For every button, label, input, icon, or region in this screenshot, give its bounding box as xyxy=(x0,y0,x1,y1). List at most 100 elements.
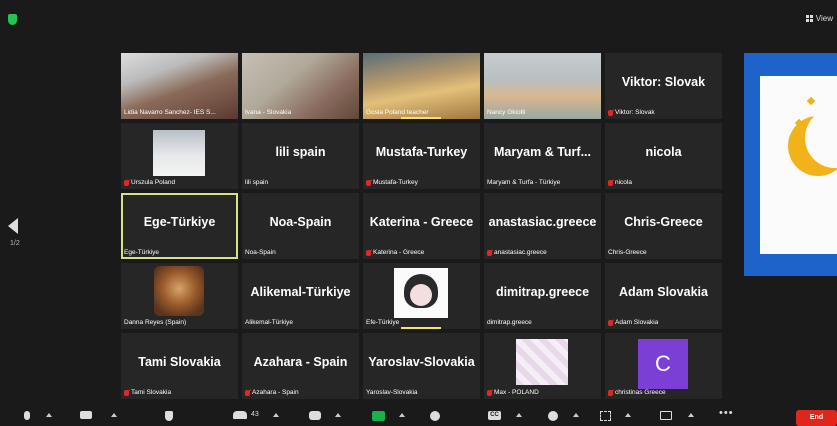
video-gallery: Lidia Navarro Sanchez- IES S... Ivana - S… xyxy=(121,53,722,400)
previous-page-arrow-icon[interactable] xyxy=(8,218,18,234)
participant-photo xyxy=(153,130,205,176)
participant-tile[interactable]: Adam Slovakia Adam Slovakia xyxy=(605,263,722,329)
view-button[interactable]: View xyxy=(805,14,833,23)
participant-name-label: Mustafa-Turkey xyxy=(366,179,418,186)
speaking-indicator xyxy=(401,117,441,119)
grid-icon xyxy=(805,15,813,22)
reactions-caret-icon[interactable] xyxy=(573,413,579,417)
page-indicator: 1/2 xyxy=(10,240,20,247)
meeting-toolbar: 43 CC ••• End xyxy=(0,406,837,426)
participant-tile[interactable]: Gosia Poland teacher xyxy=(363,53,480,119)
participant-name: Danna Reyes (Spain) xyxy=(124,319,187,326)
participant-name-label: Tami Slovakia xyxy=(124,389,171,396)
apps-icon[interactable] xyxy=(600,411,611,421)
muted-mic-icon xyxy=(608,389,613,396)
muted-mic-icon xyxy=(124,389,129,396)
participant-name-label: Katerina - Greece xyxy=(366,249,424,256)
participant-name: Yaroslav-Slovakia xyxy=(366,389,418,396)
muted-mic-icon xyxy=(487,249,492,256)
participant-tile[interactable]: Lidia Navarro Sanchez- IES S... xyxy=(121,53,238,119)
muted-mic-icon xyxy=(366,249,371,256)
record-icon[interactable] xyxy=(430,411,440,421)
participant-tile[interactable]: Maryam & Turf... Maryam & Turfa - Türkiye xyxy=(484,123,601,189)
participant-tile[interactable]: Cchristinas Greece xyxy=(605,333,722,399)
participant-display-name: Katerina - Greece xyxy=(369,215,474,229)
chat-icon[interactable] xyxy=(309,411,321,420)
participant-name-label: Alikemal-Türkiye xyxy=(245,319,293,326)
participant-name: Katerina - Greece xyxy=(373,249,425,256)
participant-display-name: Yaroslav-Slovakia xyxy=(368,355,475,369)
share-screen-icon[interactable] xyxy=(372,411,385,421)
participant-name-label: christinas Greece xyxy=(608,389,666,396)
participant-tile[interactable]: Tami Slovakia Tami Slovakia xyxy=(121,333,238,399)
participant-display-name: Chris-Greece xyxy=(624,215,703,229)
participant-name: Azahara - Spain xyxy=(252,389,299,396)
end-meeting-button[interactable]: End xyxy=(796,410,837,426)
participant-name-label: Efe-Türkiye xyxy=(366,319,399,326)
participant-display-name: nicola xyxy=(645,145,682,159)
security-shield-icon[interactable] xyxy=(8,14,17,25)
participants-icon[interactable] xyxy=(233,411,247,419)
participant-tile[interactable]: Nancy Gkiotli xyxy=(484,53,601,119)
participant-name-label: Adam Slovakia xyxy=(608,319,658,326)
participant-display-name: anastasiac.greece xyxy=(488,215,597,229)
participant-tile[interactable]: Alikemal-Türkiye Alikemal-Türkiye xyxy=(242,263,359,329)
participant-display-name: Noa-Spain xyxy=(269,215,332,229)
participant-tile[interactable]: Yaroslav-Slovakia Yaroslav-Slovakia xyxy=(363,333,480,399)
participant-name: Max - POLAND xyxy=(494,389,539,396)
mic-options-caret-icon[interactable] xyxy=(46,413,52,417)
shared-screen-content xyxy=(760,76,837,254)
participant-tile[interactable]: anastasiac.greece anastasiac.greece xyxy=(484,193,601,259)
participant-name: Urszula Poland xyxy=(131,179,176,186)
muted-mic-icon xyxy=(608,109,613,116)
participant-name: Alikemal-Türkiye xyxy=(245,319,294,326)
security-icon[interactable] xyxy=(165,411,173,421)
participant-tile[interactable]: Urszula Poland xyxy=(121,123,238,189)
participant-tile[interactable]: lili spain lili spain xyxy=(242,123,359,189)
participant-tile[interactable]: Max - POLAND xyxy=(484,333,601,399)
participant-tile[interactable]: Katerina - Greece Katerina - Greece xyxy=(363,193,480,259)
participant-tile[interactable]: Viktor: Slovak Viktor: Slovak xyxy=(605,53,722,119)
muted-mic-icon xyxy=(608,319,613,326)
reactions-icon[interactable] xyxy=(548,411,558,421)
participant-display-name: Tami Slovakia xyxy=(138,355,221,369)
camera-options-caret-icon[interactable] xyxy=(111,413,117,417)
more-options-icon[interactable]: ••• xyxy=(719,407,734,419)
avatar: C xyxy=(638,339,688,389)
participant-name-label: Ege-Türkiye xyxy=(124,249,159,256)
participant-name: Nancy Gkiotli xyxy=(487,109,526,116)
camera-icon[interactable] xyxy=(80,411,92,419)
whiteboard-icon[interactable] xyxy=(660,411,672,420)
shared-screen-panel[interactable] xyxy=(744,53,837,276)
participant-tile[interactable]: Efe-Türkiye xyxy=(363,263,480,329)
participant-name-label: dimitrap.greece xyxy=(487,319,532,326)
speaking-indicator xyxy=(401,327,441,329)
apps-caret-icon[interactable] xyxy=(625,413,631,417)
participant-name: Gosia Poland teacher xyxy=(366,109,429,116)
share-caret-icon[interactable] xyxy=(399,413,405,417)
participant-tile[interactable]: Noa-Spain Noa-Spain xyxy=(242,193,359,259)
participant-name-label: Azahara - Spain xyxy=(245,389,299,396)
participant-name: christinas Greece xyxy=(615,389,666,396)
participant-tile[interactable]: Azahara - Spain Azahara - Spain xyxy=(242,333,359,399)
participant-name: Chris-Greece xyxy=(608,249,647,256)
participant-tile[interactable]: Ege-Türkiye Ege-Türkiye xyxy=(121,193,238,259)
participant-tile[interactable]: Mustafa-Turkey Mustafa-Turkey xyxy=(363,123,480,189)
participant-name-label: Lidia Navarro Sanchez- IES S... xyxy=(124,109,216,116)
participant-name: lili spain xyxy=(245,179,269,186)
star-icon xyxy=(806,96,816,106)
closed-caption-icon[interactable]: CC xyxy=(488,411,501,420)
participant-name: Tami Slovakia xyxy=(131,389,172,396)
participant-name: Viktor: Slovak xyxy=(615,109,655,116)
microphone-icon[interactable] xyxy=(24,411,30,420)
participant-display-name: lili spain xyxy=(275,145,326,159)
participant-tile[interactable]: Chris-Greece Chris-Greece xyxy=(605,193,722,259)
cc-caret-icon[interactable] xyxy=(516,413,522,417)
participant-tile[interactable]: dimitrap.greece dimitrap.greece xyxy=(484,263,601,329)
participant-tile[interactable]: Ivana - Slovakia xyxy=(242,53,359,119)
participant-tile[interactable]: Danna Reyes (Spain) xyxy=(121,263,238,329)
whiteboard-caret-icon[interactable] xyxy=(688,413,694,417)
participant-tile[interactable]: nicola nicola xyxy=(605,123,722,189)
chat-caret-icon[interactable] xyxy=(335,413,341,417)
participants-caret-icon[interactable] xyxy=(273,413,279,417)
